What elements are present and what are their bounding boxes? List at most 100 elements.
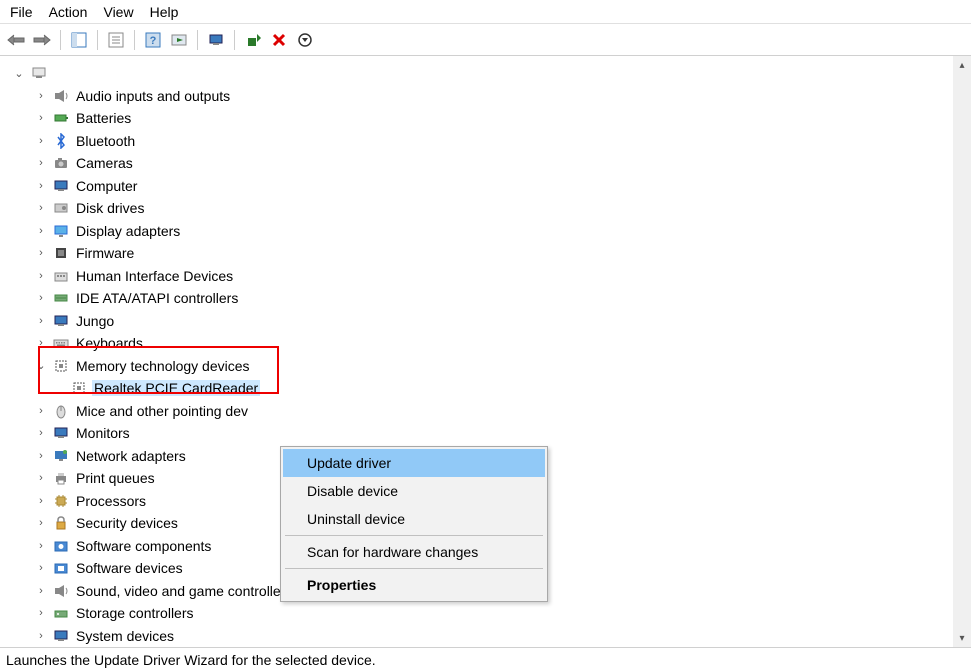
hid-icon	[52, 267, 70, 285]
expander-icon[interactable]: ›	[34, 405, 48, 417]
expander-icon[interactable]: ›	[34, 247, 48, 259]
speaker-icon	[52, 87, 70, 105]
expander-icon[interactable]: ›	[34, 427, 48, 439]
software-component-icon	[52, 537, 70, 555]
expander-icon[interactable]: ›	[34, 315, 48, 327]
tree-category-label: Disk drives	[74, 200, 146, 216]
tree-category[interactable]: › Audio inputs and outputs	[12, 85, 953, 108]
tree-category-label: Network adapters	[74, 448, 188, 464]
expander-icon[interactable]: ›	[34, 112, 48, 124]
disable-toolbar-button[interactable]	[293, 28, 317, 52]
menu-action[interactable]: Action	[45, 2, 100, 22]
expander-icon[interactable]: ›	[34, 630, 48, 642]
expander-icon[interactable]: ›	[34, 270, 48, 282]
toolbar: ?	[0, 24, 971, 56]
bluetooth-icon	[52, 132, 70, 150]
help-button[interactable]: ?	[141, 28, 165, 52]
expander-icon[interactable]: ›	[34, 517, 48, 529]
expander-icon[interactable]: ›	[34, 225, 48, 237]
context-menu-uninstall-device[interactable]: Uninstall device	[283, 505, 545, 533]
scroll-down-button[interactable]: ▾	[953, 629, 971, 647]
context-menu-scan-hardware[interactable]: Scan for hardware changes	[283, 538, 545, 566]
monitor-icon	[52, 312, 70, 330]
tree-category[interactable]: › Monitors	[12, 422, 953, 445]
cpu-icon	[52, 492, 70, 510]
tree-category-label: Firmware	[74, 245, 136, 261]
tree-category[interactable]: › Computer	[12, 175, 953, 198]
toolbar-separator	[197, 30, 198, 50]
menu-file[interactable]: File	[6, 2, 45, 22]
tree-category[interactable]: ›Display adapters	[12, 220, 953, 243]
tree-category-label: Jungo	[74, 313, 116, 329]
tree-category-label: Security devices	[74, 515, 180, 531]
expander-icon[interactable]: ›	[34, 90, 48, 102]
tree-category-label: Processors	[74, 493, 148, 509]
tree-category-label: Computer	[74, 178, 139, 194]
tree-category[interactable]: › Disk drives	[12, 197, 953, 220]
expander-icon[interactable]: ⌄	[12, 67, 26, 80]
toolbar-separator	[97, 30, 98, 50]
update-driver-toolbar-button[interactable]	[241, 28, 265, 52]
expander-icon[interactable]: ›	[34, 202, 48, 214]
expander-icon[interactable]: ›	[34, 607, 48, 619]
tree-category[interactable]: › Jungo	[12, 310, 953, 333]
tree-category[interactable]: › Human Interface Devices	[12, 265, 953, 288]
tree-category[interactable]: ›Batteries	[12, 107, 953, 130]
tree-category-label: Software components	[74, 538, 213, 554]
properties-button[interactable]	[104, 28, 128, 52]
back-button[interactable]	[4, 28, 28, 52]
tree-category[interactable]: ›Mice and other pointing dev	[12, 400, 953, 423]
annotation-highlight-box	[38, 346, 279, 394]
expander-icon[interactable]: ›	[34, 562, 48, 574]
tree-category[interactable]: ›IDE ATA/ATAPI controllers	[12, 287, 953, 310]
expander-icon[interactable]: ›	[34, 135, 48, 147]
vertical-scrollbar[interactable]: ▴ ▾	[953, 56, 971, 647]
show-hide-tree-button[interactable]	[67, 28, 91, 52]
context-menu-update-driver[interactable]: Update driver	[283, 449, 545, 477]
expander-icon[interactable]: ›	[34, 540, 48, 552]
firmware-icon	[52, 244, 70, 262]
battery-icon	[52, 109, 70, 127]
computer-root-icon	[30, 64, 48, 82]
tree-category-label: System devices	[74, 628, 176, 644]
tree-category[interactable]: ›Bluetooth	[12, 130, 953, 153]
context-menu-disable-device[interactable]: Disable device	[283, 477, 545, 505]
context-menu-separator	[285, 535, 543, 536]
tree-category-label: Human Interface Devices	[74, 268, 235, 284]
scan-hardware-button[interactable]	[204, 28, 228, 52]
toolbar-separator	[234, 30, 235, 50]
toolbar-separator	[60, 30, 61, 50]
action-button[interactable]	[167, 28, 191, 52]
software-device-icon	[52, 559, 70, 577]
camera-icon	[52, 154, 70, 172]
tree-category-label: Audio inputs and outputs	[74, 88, 232, 104]
expander-icon[interactable]: ›	[34, 157, 48, 169]
tree-category-label: Sound, video and game controllers	[74, 583, 294, 599]
monitor-icon	[52, 424, 70, 442]
expander-icon[interactable]: ›	[34, 495, 48, 507]
scroll-up-button[interactable]: ▴	[953, 56, 971, 74]
tree-root[interactable]: ⌄	[12, 62, 953, 85]
expander-icon[interactable]: ›	[34, 292, 48, 304]
security-icon	[52, 514, 70, 532]
expander-icon[interactable]: ›	[34, 472, 48, 484]
expander-icon[interactable]: ›	[34, 180, 48, 192]
tree-category[interactable]: › Firmware	[12, 242, 953, 265]
context-menu: Update driver Disable device Uninstall d…	[280, 446, 548, 602]
system-icon	[52, 627, 70, 645]
status-bar: Launches the Update Driver Wizard for th…	[0, 648, 971, 672]
tree-category[interactable]: › System devices	[12, 625, 953, 648]
tree-category[interactable]: ›Storage controllers	[12, 602, 953, 625]
tree-category[interactable]: ›Cameras	[12, 152, 953, 175]
tree-category-label: Print queues	[74, 470, 157, 486]
display-adapter-icon	[52, 222, 70, 240]
tree-category-label: Monitors	[74, 425, 132, 441]
menu-help[interactable]: Help	[146, 2, 191, 22]
menu-view[interactable]: View	[99, 2, 145, 22]
context-menu-properties[interactable]: Properties	[283, 571, 545, 599]
uninstall-toolbar-button[interactable]	[267, 28, 291, 52]
expander-icon[interactable]: ›	[34, 450, 48, 462]
ide-icon	[52, 289, 70, 307]
forward-button[interactable]	[30, 28, 54, 52]
expander-icon[interactable]: ›	[34, 585, 48, 597]
